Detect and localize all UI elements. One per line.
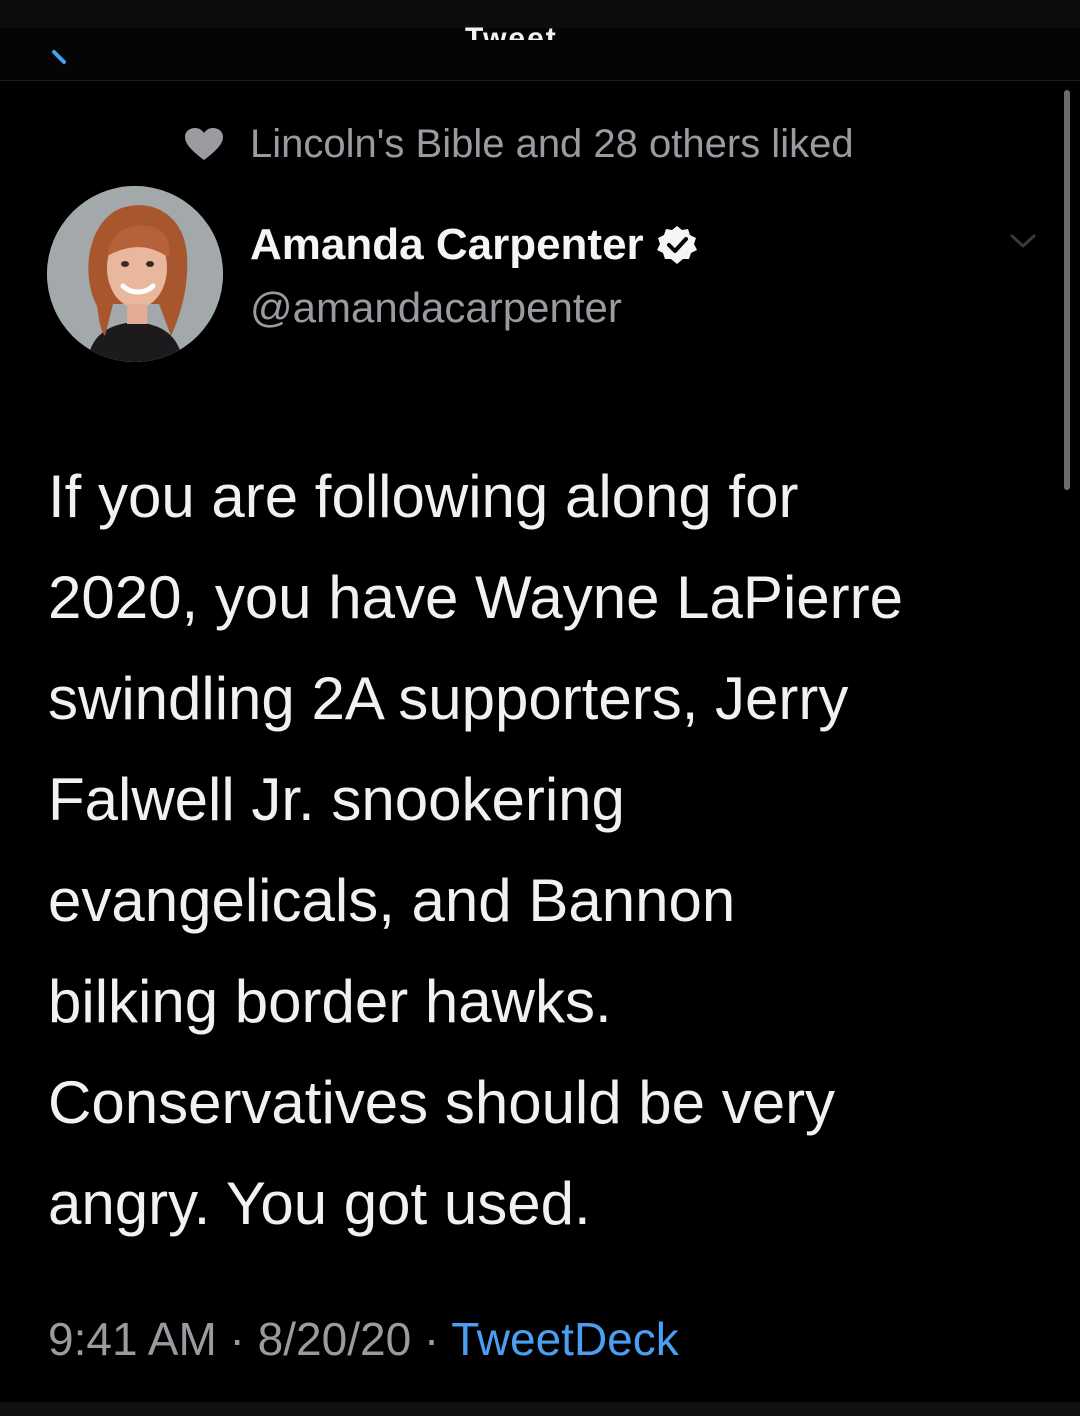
nav-title: Tweet bbox=[465, 24, 558, 40]
tweet-time: 9:41 AM bbox=[48, 1313, 217, 1365]
author-avatar[interactable] bbox=[47, 186, 223, 362]
tweet-text: If you are following along for 2020, you… bbox=[48, 463, 903, 1237]
avatar-photo bbox=[47, 186, 223, 362]
verified-badge-icon bbox=[656, 226, 697, 264]
scrollbar[interactable] bbox=[1064, 90, 1070, 490]
tweet-meta: 9:41 AM · 8/20/20 · TweetDeck bbox=[48, 1312, 679, 1366]
screenshot-bottom-frame bbox=[0, 1402, 1080, 1416]
social-context-text: Lincoln's Bible and 28 others liked bbox=[250, 121, 854, 166]
social-context-row[interactable]: Lincoln's Bible and 28 others liked bbox=[184, 118, 854, 170]
meta-separator: · bbox=[411, 1313, 452, 1365]
chevron-down-icon[interactable] bbox=[1006, 230, 1040, 252]
tweet-source-link[interactable]: TweetDeck bbox=[451, 1313, 679, 1365]
heart-icon bbox=[185, 128, 223, 160]
back-arrow-icon[interactable] bbox=[50, 46, 72, 68]
meta-separator: · bbox=[216, 1313, 258, 1365]
author-name[interactable]: Amanda Carpenter bbox=[250, 220, 698, 270]
top-navigation-bar: Tweet bbox=[0, 24, 1080, 81]
author-handle[interactable]: @amandacarpenter bbox=[250, 284, 622, 332]
author-name-text: Amanda Carpenter bbox=[250, 220, 644, 269]
tweet-date: 8/20/20 bbox=[257, 1313, 412, 1365]
